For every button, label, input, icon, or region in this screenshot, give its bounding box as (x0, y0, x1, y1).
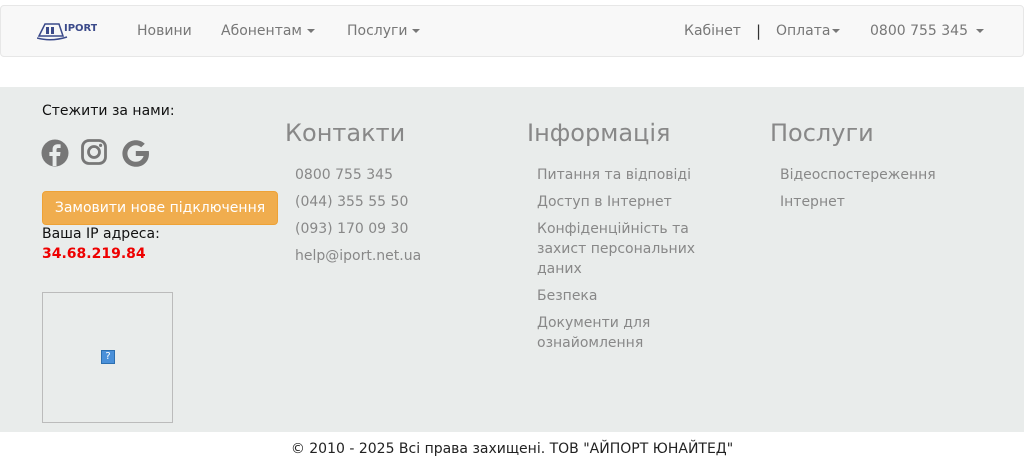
copyright-text: © 2010 - 2025 Всі права захищені. ТОВ "А… (290, 441, 734, 457)
google-icon[interactable] (121, 139, 151, 169)
logo-text: IPORT (64, 23, 97, 34)
info-faq-link[interactable]: Питання та відповіді (537, 165, 727, 185)
chevron-down-icon (307, 29, 315, 33)
nav-separator: | (756, 22, 762, 40)
instagram-icon[interactable] (81, 139, 111, 169)
facebook-icon[interactable] (41, 139, 71, 169)
chevron-down-icon (412, 29, 421, 33)
broken-image-icon: ? (101, 350, 115, 364)
nav-subscribers-label: Абонентам (221, 23, 302, 39)
contact-phone-3[interactable]: (093) 170 09 30 (295, 219, 495, 239)
nav-cabinet[interactable]: Кабінет (684, 6, 741, 56)
logo-icon: IPORT (37, 23, 97, 41)
info-privacy-link[interactable]: Конфіденційність та захист персональних … (537, 219, 727, 279)
contact-phone-1[interactable]: 0800 755 345 (295, 165, 495, 185)
top-navbar: IPORT Новини Абонентам Послуги Кабінет |… (0, 5, 1024, 57)
information-title: Інформація (527, 119, 671, 147)
nav-subscribers[interactable]: Абонентам (221, 6, 315, 56)
nav-services-label: Послуги (347, 23, 408, 39)
nav-services[interactable]: Послуги (347, 6, 421, 56)
follow-us-title: Стежити за нами: (42, 103, 175, 119)
order-connection-button[interactable]: Замовити нове підключення (42, 191, 278, 225)
contacts-title: Контакти (285, 119, 406, 147)
service-internet-link[interactable]: Інтернет (780, 192, 1000, 212)
services-list: Відеоспостереження Інтернет (780, 165, 1000, 219)
contact-email[interactable]: help@iport.net.ua (295, 246, 495, 266)
broken-image: ? (42, 292, 173, 423)
chevron-down-icon (832, 29, 841, 33)
nav-payment[interactable]: Оплата (776, 6, 841, 56)
service-video-surveillance-link[interactable]: Відеоспостереження (780, 165, 1000, 185)
footer: Стежити за нами: Замовити нове підключен… (0, 87, 1024, 432)
info-security-link[interactable]: Безпека (537, 286, 727, 306)
info-documents-link[interactable]: Документи для ознайомлення (537, 313, 727, 353)
nav-phone-label: 0800 755 345 (870, 23, 968, 39)
contact-phone-2[interactable]: (044) 355 55 50 (295, 192, 495, 212)
information-list: Питання та відповіді Доступ в Інтернет К… (537, 165, 727, 360)
services-title: Послуги (770, 119, 874, 147)
nav-news[interactable]: Новини (137, 6, 192, 56)
iport-logo[interactable]: IPORT (37, 16, 97, 42)
info-internet-access-link[interactable]: Доступ в Інтернет (537, 192, 727, 212)
nav-payment-label: Оплата (776, 23, 831, 39)
ip-value: 34.68.219.84 (42, 246, 146, 262)
contacts-list: 0800 755 345 (044) 355 55 50 (093) 170 0… (295, 165, 495, 273)
ip-label: Ваша IP адреса: (42, 226, 160, 242)
nav-phone[interactable]: 0800 755 345 (870, 6, 984, 56)
chevron-down-icon (975, 29, 984, 33)
